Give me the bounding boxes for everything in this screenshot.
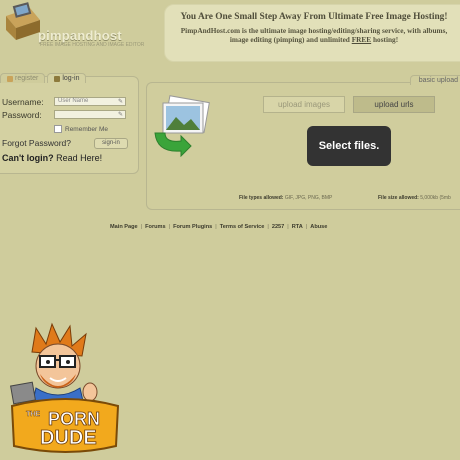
tab-register[interactable]: register [0,73,46,83]
tab-basic-upload[interactable]: basic upload [409,75,460,85]
footer-link-forum-plugins[interactable]: Forum Plugins [173,224,212,230]
logo-box-icon[interactable] [4,2,42,42]
upload-panel: basic upload upload images upload urls S… [146,75,460,210]
upload-images-button[interactable]: upload images [263,96,345,113]
pencil-icon: ✎ [117,112,123,118]
read-here-link[interactable]: Read Here! [56,153,102,163]
hero-banner: You Are One Small Step Away From Ultimat… [164,4,460,62]
register-icon [7,75,13,82]
signin-button[interactable]: sign-in [94,138,128,149]
footer-link-terms[interactable]: Terms of Service [220,224,265,230]
login-panel: register log-in Username: User Name ✎ Pa… [0,73,139,174]
brand-logo[interactable]: pimpandhost [38,28,122,43]
footer-links: Main Page | Forums | Forum Plugins | Terms … [110,224,328,230]
password-field[interactable]: ✎ [54,110,126,119]
badge-the: THE [26,411,40,418]
footer-link-2257[interactable]: 2257 [272,224,284,230]
username-label: Username: [2,97,44,107]
select-files-button[interactable]: Select files. [307,126,391,166]
cant-login: Can't login? Read Here! [2,153,103,163]
username-field[interactable]: User Name ✎ [54,97,126,106]
remember-me[interactable]: Remember Me [54,125,108,133]
badge-porn: PORN [48,409,100,429]
footer-link-rta[interactable]: RTA [292,224,303,230]
footer-link-forums[interactable]: Forums [145,224,166,230]
file-size-info: File size allowed: 5,000kb (5mb [378,195,451,201]
pencil-icon: ✎ [117,99,123,105]
remember-checkbox[interactable] [54,125,62,133]
password-label: Password: [2,110,42,120]
upload-images-icon [154,95,210,157]
key-icon [54,75,61,82]
upload-urls-button[interactable]: upload urls [353,96,435,113]
footer-link-main-page[interactable]: Main Page [110,224,138,230]
file-types-info: File types allowed: GIF, JPG, PNG, BMP [239,195,333,201]
tab-login[interactable]: log-in [47,73,87,83]
hero-headline: You Are One Small Step Away From Ultimat… [180,12,448,22]
brand-tagline: FREE IMAGE HOSTING AND IMAGE EDITOR [40,42,145,48]
free-emphasis: FREE [351,35,372,44]
mascot-badge[interactable]: THE PORN DUDE [6,322,126,456]
hero-description: PimpAndHost.com is the ultimate image ho… [180,26,448,44]
footer-link-abuse[interactable]: Abuse [310,224,327,230]
forgot-password-link[interactable]: Forgot Password? [2,138,71,148]
badge-dude: DUDE [40,427,97,449]
